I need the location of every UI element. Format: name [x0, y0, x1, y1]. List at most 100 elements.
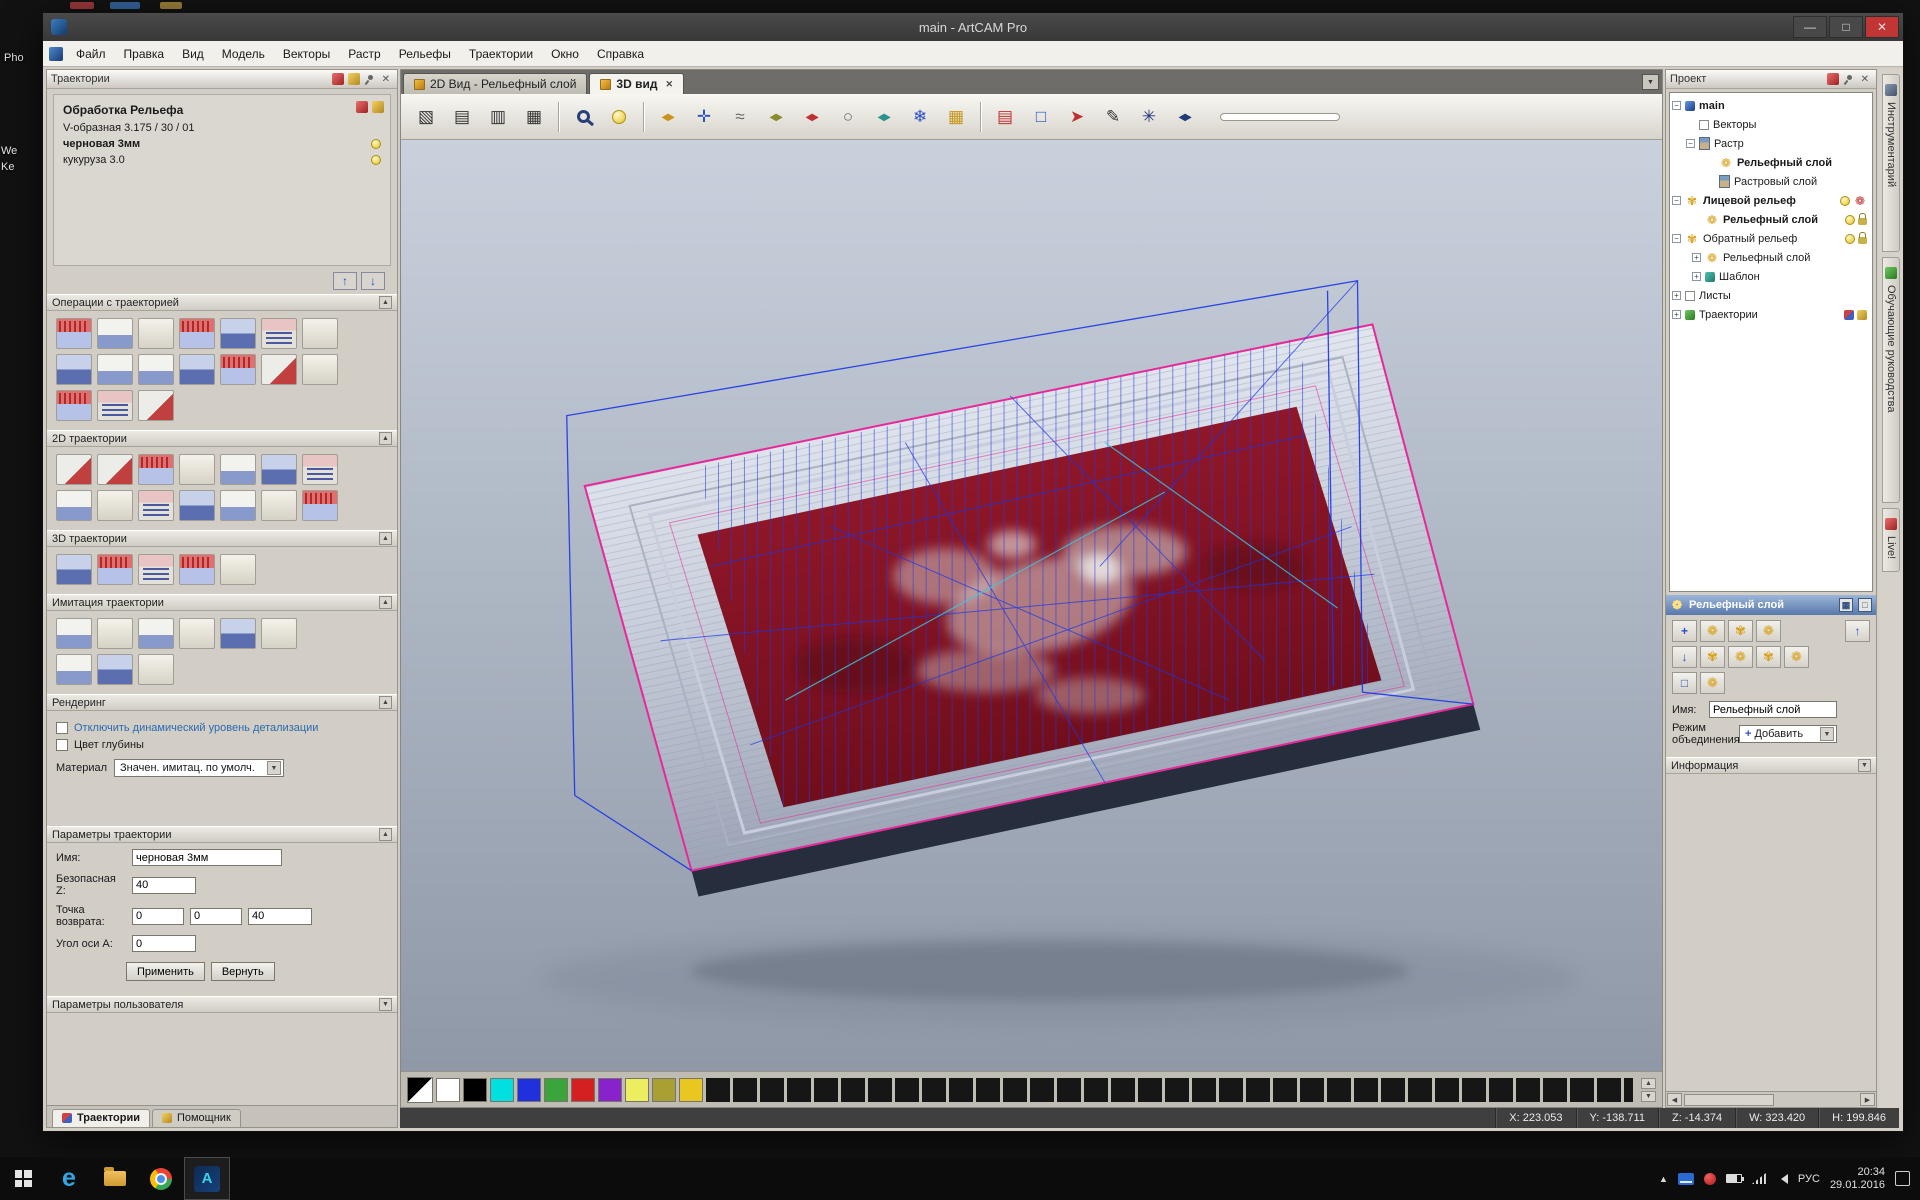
active-relief-icon[interactable]: ❁: [1853, 194, 1867, 208]
layer-action-icon[interactable]: ✾: [1728, 620, 1753, 642]
move-toolpath-up-button[interactable]: ↑: [333, 272, 357, 290]
hidden-icons-chevron[interactable]: ▲: [1659, 1174, 1668, 1184]
pin-icon[interactable]: [364, 74, 375, 85]
3d-toolpath-icon[interactable]: [179, 554, 215, 585]
panel-close-icon[interactable]: ✕: [1858, 74, 1872, 85]
chevron-down-icon[interactable]: ▼: [1820, 727, 1834, 741]
2d-toolpath-icon[interactable]: [138, 454, 174, 485]
section-collapse-icon[interactable]: ▲: [379, 296, 392, 309]
block-icon[interactable]: □: [1024, 100, 1058, 134]
3d-toolpath-icon[interactable]: [56, 554, 92, 585]
layers-icon[interactable]: ▤: [988, 100, 1022, 134]
home-z-input[interactable]: [248, 908, 312, 925]
2d-toolpath-icon[interactable]: [138, 490, 174, 521]
simulation-icon[interactable]: [97, 654, 133, 685]
toolpath-operation-icon[interactable]: [97, 318, 133, 349]
menu-raster[interactable]: Растр: [339, 42, 389, 66]
project-hscrollbar[interactable]: ◀ ▶: [1666, 1091, 1876, 1107]
view-top-icon[interactable]: ▦: [517, 100, 551, 134]
detail-slider[interactable]: [1220, 113, 1340, 121]
start-button[interactable]: [0, 1157, 46, 1200]
sculpt-icon[interactable]: ✎: [1096, 100, 1130, 134]
2d-toolpath-icon[interactable]: [302, 490, 338, 521]
tree-expander-icon[interactable]: +: [1672, 310, 1681, 319]
palette-scroll-up-icon[interactable]: ▲: [1641, 1078, 1656, 1089]
battery-icon[interactable]: [1726, 1174, 1742, 1183]
2d-toolpath-icon[interactable]: [261, 490, 297, 521]
layer-action-icon[interactable]: ❁: [1700, 620, 1725, 642]
3d-toolpath-icon[interactable]: [220, 554, 256, 585]
toolpath-state-icon[interactable]: [1857, 310, 1867, 320]
toolpath-operation-icon[interactable]: [261, 354, 297, 385]
menu-toolpaths[interactable]: Траектории: [460, 42, 542, 66]
tree-expander-icon[interactable]: −: [1686, 139, 1695, 148]
tab-3d-view[interactable]: 3D вид ✕: [589, 73, 684, 94]
tree-item-relief-layer[interactable]: ❁ Рельефный слой: [1672, 210, 1870, 229]
safe-z-input[interactable]: [132, 877, 196, 894]
panel-close-icon[interactable]: ✕: [379, 74, 393, 85]
simulation-icon[interactable]: [179, 618, 215, 649]
lock-icon[interactable]: [1858, 237, 1867, 244]
2d-toolpath-icon[interactable]: [220, 490, 256, 521]
palette-swatch[interactable]: [598, 1078, 622, 1102]
move-toolpath-down-button[interactable]: ↓: [361, 272, 385, 290]
edge-taskbar-button[interactable]: e: [46, 1157, 92, 1200]
clock[interactable]: 20:34 29.01.2016: [1830, 1166, 1885, 1192]
section-info[interactable]: Информация ▼: [1666, 757, 1876, 774]
toolpath-operation-icon[interactable]: [138, 390, 174, 421]
material-dropdown[interactable]: Значен. имитац. по умолч. ▼: [114, 759, 284, 777]
draw-grid-icon[interactable]: ▦: [939, 100, 973, 134]
toolpath-simulate-icon[interactable]: [348, 73, 360, 85]
scroll-right-icon[interactable]: ▶: [1860, 1093, 1875, 1106]
scroll-thumb[interactable]: [1684, 1094, 1774, 1106]
section-simulation[interactable]: Имитация траектории ▲: [47, 594, 397, 611]
2d-toolpath-icon[interactable]: [56, 490, 92, 521]
volume-icon[interactable]: [1776, 1174, 1788, 1184]
toolpath-operation-icon[interactable]: [138, 354, 174, 385]
menu-reliefs[interactable]: Рельефы: [390, 42, 460, 66]
default-colors-swatch[interactable]: [407, 1077, 433, 1103]
tree-expander-icon[interactable]: −: [1672, 196, 1681, 205]
palette-swatch[interactable]: [490, 1078, 514, 1102]
layer-down-button[interactable]: ↓: [1672, 646, 1697, 668]
render-options-icon[interactable]: ✳: [1132, 100, 1166, 134]
toolpath-operation-icon[interactable]: [97, 390, 133, 421]
palette-black-swatches[interactable]: [706, 1078, 1633, 1102]
minimize-button[interactable]: —: [1793, 16, 1827, 38]
tray-app-icon[interactable]: [1704, 1173, 1716, 1185]
touch-keyboard-icon[interactable]: [1678, 1173, 1694, 1185]
simulation-icon[interactable]: [138, 618, 174, 649]
dynamic-detail-checkbox[interactable]: [56, 722, 68, 734]
tab-list-dropdown[interactable]: ▼: [1642, 74, 1659, 90]
simulation-icon[interactable]: [97, 618, 133, 649]
toolpath-operation-icon[interactable]: [179, 354, 215, 385]
tree-item-relief-layer[interactable]: ❁ Рельефный слой: [1672, 153, 1870, 172]
2d-toolpath-icon[interactable]: [97, 490, 133, 521]
tree-item-front-relief[interactable]: − ✾ Лицевой рельеф ❁: [1672, 191, 1870, 210]
zoom-icon[interactable]: [566, 100, 600, 134]
section-collapse-icon[interactable]: ▲: [379, 532, 392, 545]
shade-icon[interactable]: ◆: [1168, 100, 1202, 134]
layer-up-button[interactable]: ↑: [1845, 620, 1870, 642]
layer-name-input[interactable]: [1709, 701, 1837, 718]
2d-toolpath-icon[interactable]: [179, 490, 215, 521]
view-isometric-icon[interactable]: ▧: [409, 100, 443, 134]
snowflake-icon[interactable]: ❄: [903, 100, 937, 134]
section-operations[interactable]: Операции с траекторией ▲: [47, 294, 397, 311]
menu-file[interactable]: Файл: [67, 42, 115, 66]
language-indicator[interactable]: РУС: [1798, 1173, 1820, 1185]
home-y-input[interactable]: [190, 908, 242, 925]
tab-live[interactable]: Live!: [1882, 508, 1900, 572]
toolpath-item[interactable]: кукуруза 3.0: [63, 152, 381, 168]
2d-toolpath-icon[interactable]: [56, 454, 92, 485]
palette-swatch[interactable]: [463, 1078, 487, 1102]
2d-toolpath-icon[interactable]: [179, 454, 215, 485]
layer-action-icon[interactable]: ❁: [1784, 646, 1809, 668]
simulation-icon[interactable]: [261, 618, 297, 649]
toolpath-operation-icon[interactable]: [302, 318, 338, 349]
draw-plane-icon[interactable]: ◆: [867, 100, 901, 134]
project-tree[interactable]: − main Векторы − Растр ❁ Рельефный слой: [1669, 92, 1873, 592]
visibility-bulb-icon[interactable]: [1845, 215, 1855, 225]
menu-window[interactable]: Окно: [542, 42, 588, 66]
palette-swatch[interactable]: [652, 1078, 676, 1102]
